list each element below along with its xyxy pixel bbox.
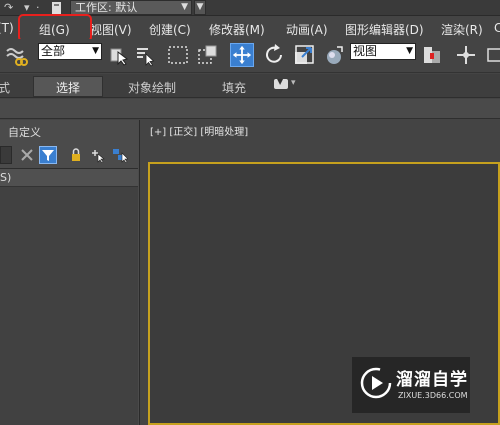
select-and-place-icon[interactable] xyxy=(322,43,346,67)
chevron-down-icon: ▼ xyxy=(181,2,188,12)
scene-explorer: 自定义 S) xyxy=(0,120,140,425)
watermark: 溜溜自学 ZIXUE.3D66.COM xyxy=(352,357,470,413)
chevron-down-icon: ▼ xyxy=(406,46,413,56)
highlight-annotation xyxy=(18,14,92,42)
reference-coordinate-dropdown[interactable]: 视图 ▼ xyxy=(350,43,416,60)
main-toolbar: 全部 ▼ 视图 ▼ xyxy=(0,39,500,73)
selection-filter-dropdown[interactable]: 全部 ▼ xyxy=(38,43,102,60)
ribbon-panel xyxy=(0,99,500,119)
move-icon xyxy=(232,45,252,65)
filter-icon xyxy=(42,150,54,161)
select-object-icon[interactable] xyxy=(106,43,130,67)
menu-create[interactable]: 创建(C) xyxy=(149,21,191,38)
workspace-menu-button[interactable]: ▼ xyxy=(194,0,206,15)
ribbon-tab-bar: 式 选择 对象绘制 填充 ▼ ▾ xyxy=(0,74,500,98)
keyboard-shortcut-icon[interactable] xyxy=(484,43,500,67)
scene-explorer-title: 自定义 xyxy=(8,126,41,139)
dropdown-arrow-icon[interactable]: ▾ xyxy=(24,1,30,15)
workspace-selector[interactable]: 工作区: 默认 ▼ xyxy=(70,0,192,15)
watermark-title: 溜溜自学 xyxy=(396,370,468,390)
workspace-icon xyxy=(52,2,61,14)
reference-coordinate-value: 视图 xyxy=(353,44,378,58)
pivot-point-icon[interactable] xyxy=(420,43,444,67)
viewport-label: [+] [正交] [明暗处理] xyxy=(150,123,248,138)
ribbon-tab-object-paint[interactable]: 对象绘制 xyxy=(128,79,176,96)
scene-explorer-toolbar xyxy=(0,144,140,166)
ribbon-tab-modeling[interactable]: 式 xyxy=(0,79,10,96)
menu-graph-editors[interactable]: 图形编辑器(D) xyxy=(345,21,424,38)
select-children-icon[interactable] xyxy=(90,147,106,163)
watermark-url: ZIXUE.3D66.COM xyxy=(398,391,468,400)
menu-more[interactable]: C xyxy=(494,21,500,35)
ribbon-dropdown-icon[interactable]: ▾ xyxy=(291,78,296,88)
menu-modifiers[interactable]: 修改器(M) xyxy=(209,21,265,38)
rectangular-selection-icon[interactable] xyxy=(166,43,190,67)
menu-rendering[interactable]: 渲染(R) xyxy=(441,21,483,38)
viewport-menu-plus[interactable]: [+] xyxy=(150,127,166,138)
search-field[interactable] xyxy=(0,146,12,164)
viewport-shading-label[interactable]: [明暗处理] xyxy=(200,127,248,138)
select-dependents-icon[interactable] xyxy=(112,147,128,163)
scene-object-list[interactable]: S) xyxy=(0,168,138,425)
column-header-label: S) xyxy=(0,171,12,184)
select-by-name-icon[interactable] xyxy=(134,43,158,67)
workspace-label: 工作区: 默认 xyxy=(75,1,138,14)
lock-icon[interactable] xyxy=(68,147,84,163)
play-logo-icon xyxy=(360,367,392,399)
filter-button[interactable] xyxy=(39,146,57,164)
scale-icon[interactable] xyxy=(292,43,316,67)
menu-animation[interactable]: 动画(A) xyxy=(286,21,328,38)
chevron-down-icon: ▼ xyxy=(92,46,99,56)
ribbon-tab-selection[interactable]: 选择 xyxy=(33,76,104,97)
link-icon[interactable] xyxy=(4,43,28,67)
column-header[interactable]: S) xyxy=(0,169,138,187)
window-crossing-icon[interactable] xyxy=(196,43,220,67)
menu-tools[interactable]: (T) xyxy=(0,21,14,35)
close-icon[interactable] xyxy=(19,147,35,163)
selection-filter-value: 全部 xyxy=(41,44,66,58)
viewport-view-label[interactable]: [正交] xyxy=(169,127,197,138)
separator-icon: · xyxy=(36,1,40,14)
menu-view[interactable]: 视图(V) xyxy=(90,21,132,38)
chevron-down-icon: ▼ xyxy=(277,77,284,86)
redo-icon[interactable]: ↷ xyxy=(4,1,13,15)
select-and-move-button[interactable] xyxy=(230,43,254,67)
ribbon-tab-populate[interactable]: 填充 xyxy=(222,79,246,96)
rotate-icon[interactable] xyxy=(262,43,286,67)
select-and-manipulate-icon[interactable] xyxy=(454,43,478,67)
ribbon-options-button[interactable]: ▼ xyxy=(274,77,288,89)
